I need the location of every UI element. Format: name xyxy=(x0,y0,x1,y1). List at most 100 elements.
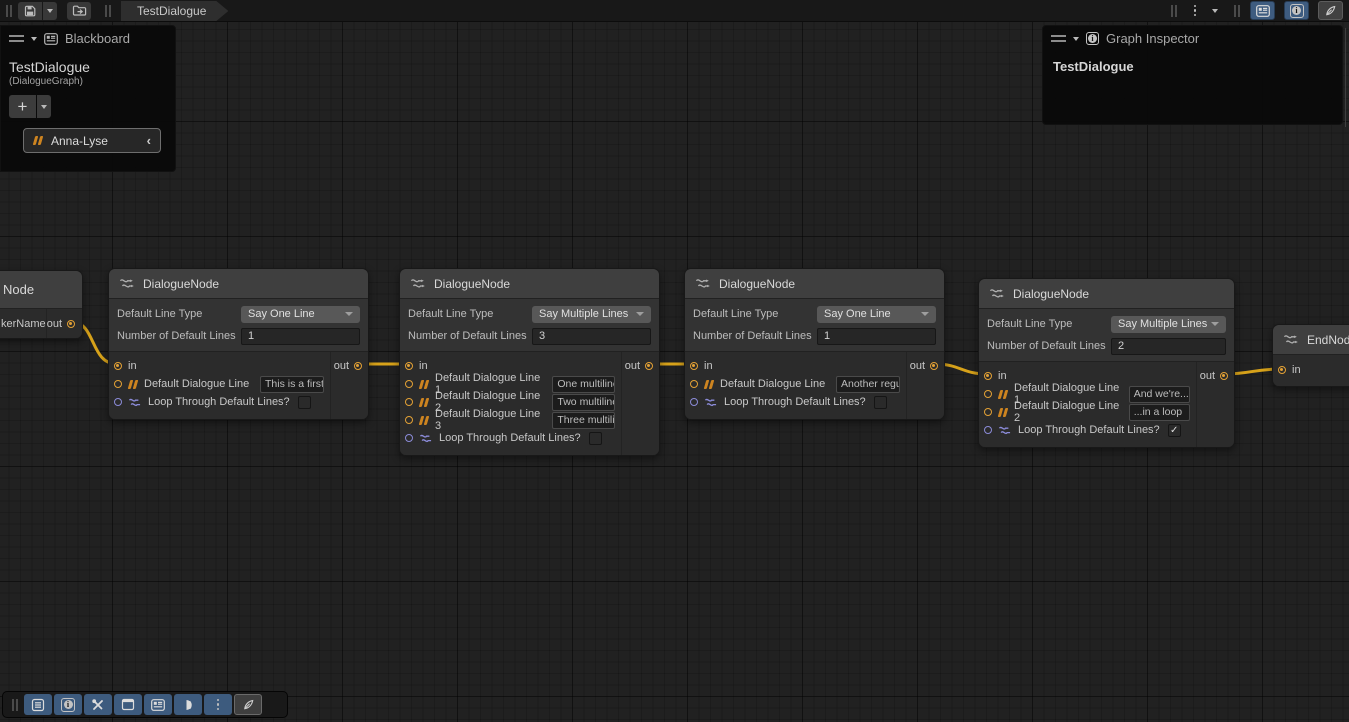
info-icon: i xyxy=(61,698,75,712)
line-type-dropdown[interactable]: Say One Line xyxy=(241,306,360,323)
line-type-dropdown[interactable]: Say One Line xyxy=(817,306,936,323)
audio-preview-button[interactable] xyxy=(174,694,202,715)
toolbar-drag-handle[interactable] xyxy=(12,699,18,711)
dialogue-line-port[interactable] xyxy=(984,390,992,398)
end-node[interactable]: EndNode in xyxy=(1272,324,1349,387)
line-count-field[interactable]: 2 xyxy=(1111,338,1226,355)
graph-tab[interactable]: TestDialogue xyxy=(121,1,228,21)
dialogue-node-2[interactable]: DialogueNode Default Line Type Say Multi… xyxy=(399,268,660,456)
dialogue-line-port[interactable] xyxy=(405,416,413,424)
blackboard-title: Blackboard xyxy=(65,31,130,46)
node-title: Node xyxy=(3,282,34,297)
collapse-chevron-icon[interactable]: ‹ xyxy=(147,133,151,148)
save-dropdown-button[interactable] xyxy=(43,2,57,20)
loop-checkbox[interactable] xyxy=(874,396,887,409)
graph-inspector-header[interactable]: i Graph Inspector xyxy=(1043,26,1342,51)
dialogue-line-port[interactable] xyxy=(405,398,413,406)
out-port[interactable] xyxy=(354,362,362,370)
dialogue-line-field[interactable]: One multiline xyxy=(552,376,615,393)
blackboard-header[interactable]: Blackboard xyxy=(1,26,175,51)
minimap-button[interactable] xyxy=(234,694,262,715)
speaker-node[interactable]: Node kerName out xyxy=(0,270,83,339)
crossed-tools-icon xyxy=(91,698,105,712)
panel-menu-icon[interactable] xyxy=(9,35,24,42)
in-port-label: in xyxy=(998,370,1007,382)
line-count-field[interactable]: 1 xyxy=(241,328,360,345)
loop-port[interactable] xyxy=(114,398,122,406)
in-port[interactable] xyxy=(114,362,122,370)
add-property-button[interactable]: + xyxy=(9,95,36,118)
dialogue-line-port[interactable] xyxy=(405,380,413,388)
quote-icon xyxy=(128,380,138,389)
in-port[interactable] xyxy=(1278,366,1286,374)
dialogue-node-icon xyxy=(410,277,426,290)
loop-checkbox[interactable] xyxy=(298,396,311,409)
blackboard-toggle-button[interactable] xyxy=(1250,1,1275,20)
node-title-bar[interactable]: EndNode xyxy=(1273,325,1349,355)
dialogue-line-field[interactable]: ...in a loop xyxy=(1129,404,1190,421)
loop-checkbox[interactable] xyxy=(589,432,602,445)
in-port[interactable] xyxy=(690,362,698,370)
node-title-bar[interactable]: DialogueNode xyxy=(979,279,1234,309)
dialogue-node-4[interactable]: DialogueNode Default Line Type Say Multi… xyxy=(978,278,1235,448)
node-title-bar[interactable]: DialogueNode xyxy=(400,269,659,299)
toolbar-drag-handle[interactable] xyxy=(1171,5,1177,17)
loop-port[interactable] xyxy=(405,434,413,442)
chevron-down-icon xyxy=(636,312,644,316)
toolbar-drag-handle[interactable] xyxy=(1234,5,1240,17)
dialogue-line-field[interactable]: Another regu xyxy=(836,376,900,393)
loop-checkbox[interactable]: ✓ xyxy=(1168,424,1181,437)
collapse-triangle-icon[interactable] xyxy=(1073,37,1079,41)
chevron-down-icon xyxy=(41,105,47,109)
overflow-button[interactable] xyxy=(204,694,232,715)
dialogue-line-field[interactable]: This is a first xyxy=(260,376,324,393)
dialogue-node-1[interactable]: DialogueNode Default Line Type Say One L… xyxy=(108,268,369,420)
tools-button[interactable] xyxy=(84,694,112,715)
overflow-dropdown-button[interactable] xyxy=(1208,2,1222,20)
loop-port[interactable] xyxy=(690,398,698,406)
loop-port[interactable] xyxy=(984,426,992,434)
minimap-toggle-button[interactable] xyxy=(1318,1,1343,20)
open-asset-button[interactable] xyxy=(67,2,91,20)
inspector-button[interactable]: i xyxy=(54,694,82,715)
node-title-bar[interactable]: DialogueNode xyxy=(109,269,368,299)
save-button[interactable] xyxy=(18,2,42,20)
out-port[interactable] xyxy=(930,362,938,370)
in-port[interactable] xyxy=(984,372,992,380)
dialogue-line-port[interactable] xyxy=(984,408,992,416)
dropdown-value: Say One Line xyxy=(248,308,345,320)
blackboard-field-anna-lyse[interactable]: Anna-Lyse ‹ xyxy=(23,128,161,153)
dialogue-node-3[interactable]: DialogueNode Default Line Type Say One L… xyxy=(684,268,945,420)
console-button[interactable] xyxy=(24,694,52,715)
dialogue-line-port[interactable] xyxy=(114,380,122,388)
toolbar-drag-handle[interactable] xyxy=(6,5,12,17)
dialogue-line-field[interactable]: And we're... xyxy=(1129,386,1190,403)
blackboard-button[interactable] xyxy=(144,694,172,715)
line-count-field[interactable]: 1 xyxy=(817,328,936,345)
dialogue-line-port[interactable] xyxy=(690,380,698,388)
overflow-menu-button[interactable] xyxy=(1183,2,1207,20)
window-button[interactable] xyxy=(114,694,142,715)
out-port[interactable] xyxy=(645,362,653,370)
dialogue-line-field[interactable]: Three multili xyxy=(552,412,615,429)
line-type-dropdown[interactable]: Say Multiple Lines xyxy=(1111,316,1226,333)
graph-canvas[interactable]: TestDialogue i xyxy=(0,0,1349,722)
add-property-dropdown-button[interactable] xyxy=(37,95,51,118)
panel-resize-handle[interactable] xyxy=(1345,28,1346,127)
info-icon: i xyxy=(1086,32,1099,45)
line-type-dropdown[interactable]: Say Multiple Lines xyxy=(532,306,651,323)
node-title-bar[interactable]: DialogueNode xyxy=(685,269,944,299)
out-port[interactable] xyxy=(1220,372,1228,380)
graph-inspector-toggle-button[interactable]: i xyxy=(1284,1,1309,20)
out-port[interactable] xyxy=(67,320,75,328)
in-port[interactable] xyxy=(405,362,413,370)
toolbar-drag-handle[interactable] xyxy=(105,5,111,17)
line-count-field[interactable]: 3 xyxy=(532,328,651,345)
collapse-triangle-icon[interactable] xyxy=(31,37,37,41)
half-moon-arc-icon xyxy=(181,698,195,712)
info-icon: i xyxy=(1290,4,1304,18)
node-title-bar[interactable]: Node xyxy=(0,271,82,309)
dialogue-line-field[interactable]: Two multiline xyxy=(552,394,615,411)
panel-menu-icon[interactable] xyxy=(1051,35,1066,42)
inspector-graph-name: TestDialogue xyxy=(1043,51,1342,74)
